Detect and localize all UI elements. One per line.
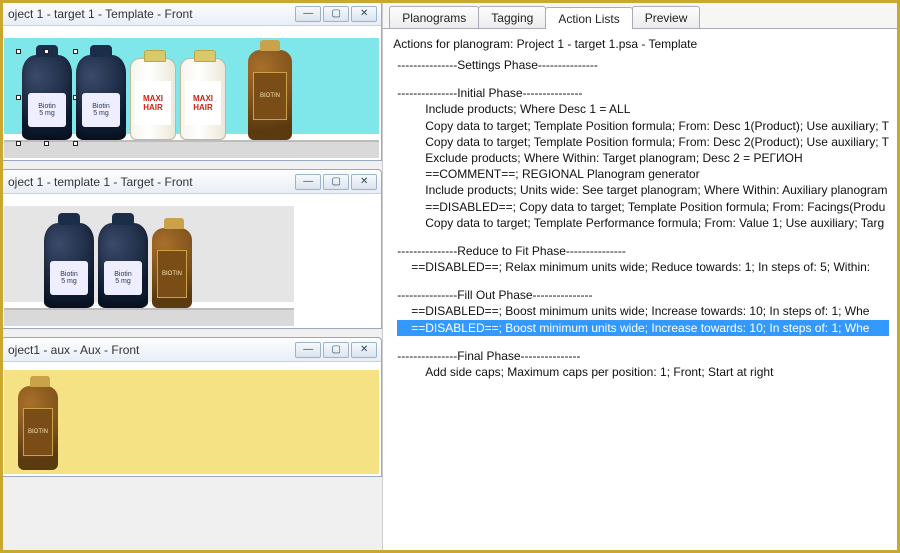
product-amber-bottle[interactable]: BIOTIN — [152, 228, 192, 308]
minimize-icon: — — [303, 344, 313, 355]
action-line-selected[interactable]: ==DISABLED==; Boost minimum units wide; … — [397, 320, 889, 336]
product-label-line: 5 mg — [28, 110, 66, 117]
shelf-surface — [4, 370, 379, 474]
minimize-icon: — — [303, 176, 313, 187]
action-list[interactable]: ---------------Settings Phase-----------… — [383, 57, 897, 550]
action-line-comment[interactable]: ==COMMENT==; REGIONAL Planogram generato… — [397, 166, 889, 182]
product-label-line: Biotin — [28, 103, 66, 110]
product-biotin-bottle[interactable]: Biotin5 mg — [22, 55, 72, 140]
maximize-icon: ▢ — [332, 176, 341, 187]
planogram-shelf[interactable]: Biotin5 mg Biotin5 mg MAXI HAIR MAXI HAI… — [4, 28, 379, 158]
action-line[interactable]: Copy data to target; Template Position f… — [397, 118, 889, 134]
product-label-line: 5 mg — [50, 278, 88, 285]
product-row: Biotin5 mg Biotin5 mg BIOTIN — [44, 223, 192, 308]
tab-action-lists[interactable]: Action Lists — [545, 7, 632, 29]
product-label-line: BIOTIN — [158, 271, 186, 277]
action-line[interactable]: Include products; Units wide: See target… — [397, 182, 889, 198]
action-line[interactable]: Copy data to target; Template Position f… — [397, 134, 889, 150]
phase-header-fillout[interactable]: ---------------Fill Out Phase-----------… — [397, 287, 889, 303]
tabstrip: Planograms Tagging Action Lists Preview — [383, 3, 897, 29]
phase-header-settings[interactable]: ---------------Settings Phase-----------… — [397, 57, 889, 73]
product-maxihair-bottle[interactable]: MAXI HAIR — [130, 58, 176, 140]
window-title: oject1 - aux - Aux - Front — [8, 343, 295, 357]
product-biotin-bottle[interactable]: Biotin5 mg — [98, 223, 148, 308]
product-row: Biotin5 mg Biotin5 mg MAXI HAIR MAXI HAI… — [22, 50, 292, 140]
product-label-line: MAXI HAIR — [135, 94, 171, 112]
action-line-disabled[interactable]: ==DISABLED==; Boost minimum units wide; … — [397, 303, 889, 319]
close-icon: ✕ — [360, 344, 368, 355]
action-line[interactable]: Copy data to target; Template Performanc… — [397, 215, 889, 231]
window-minimize-button[interactable]: — — [295, 342, 321, 358]
planogram-window-target[interactable]: oject 1 - template 1 - Target - Front — … — [3, 169, 382, 329]
window-minimize-button[interactable]: — — [295, 174, 321, 190]
window-close-button[interactable]: ✕ — [351, 174, 377, 190]
window-maximize-button[interactable]: ▢ — [323, 174, 349, 190]
planogram-window-template[interactable]: oject 1 - target 1 - Template - Front — … — [3, 3, 382, 161]
product-label-line: Biotin — [104, 271, 142, 278]
product-biotin-bottle[interactable]: Biotin5 mg — [76, 55, 126, 140]
window-maximize-button[interactable]: ▢ — [323, 6, 349, 22]
planogram-window-aux[interactable]: oject1 - aux - Aux - Front — ▢ ✕ BIOTIN — [3, 337, 382, 477]
tab-tagging[interactable]: Tagging — [478, 6, 546, 28]
action-line[interactable]: Add side caps; Maximum caps per position… — [397, 364, 889, 380]
minimize-icon: — — [303, 8, 313, 19]
product-amber-bottle[interactable]: BIOTIN — [18, 386, 58, 470]
shelf-bar — [4, 308, 294, 326]
details-panel: Planograms Tagging Action Lists Preview … — [383, 3, 897, 550]
product-label-line: Biotin — [50, 271, 88, 278]
product-row: BIOTIN — [18, 386, 58, 470]
product-amber-bottle[interactable]: BIOTIN — [248, 50, 292, 140]
planogram-shelf[interactable]: BIOTIN — [4, 364, 379, 474]
close-icon: ✕ — [360, 8, 368, 19]
window-close-button[interactable]: ✕ — [351, 342, 377, 358]
close-icon: ✕ — [360, 176, 368, 187]
product-label-line: MAXI HAIR — [185, 94, 221, 112]
product-maxihair-bottle[interactable]: MAXI HAIR — [180, 58, 226, 140]
window-maximize-button[interactable]: ▢ — [323, 342, 349, 358]
maximize-icon: ▢ — [332, 344, 341, 355]
tab-preview[interactable]: Preview — [632, 6, 701, 28]
window-titlebar[interactable]: oject 1 - target 1 - Template - Front — … — [3, 3, 381, 26]
product-label-line: 5 mg — [82, 110, 120, 117]
planogram-shelf[interactable]: Biotin5 mg Biotin5 mg BIOTIN — [4, 196, 379, 326]
window-titlebar[interactable]: oject1 - aux - Aux - Front — ▢ ✕ — [3, 338, 381, 362]
window-close-button[interactable]: ✕ — [351, 6, 377, 22]
product-label-line: 5 mg — [104, 278, 142, 285]
product-label-line: BIOTIN — [24, 429, 52, 435]
tab-planograms[interactable]: Planograms — [389, 6, 479, 28]
product-biotin-bottle[interactable]: Biotin5 mg — [44, 223, 94, 308]
window-title: oject 1 - template 1 - Target - Front — [8, 175, 295, 189]
action-line[interactable]: Include products; Where Desc 1 = ALL — [397, 101, 889, 117]
phase-header-final[interactable]: ---------------Final Phase--------------… — [397, 348, 889, 364]
product-label-line: Biotin — [82, 103, 120, 110]
shelf-bar — [4, 140, 379, 158]
planogram-canvas-panel: oject 1 - target 1 - Template - Front — … — [3, 3, 383, 550]
action-line-disabled[interactable]: ==DISABLED==; Relax minimum units wide; … — [397, 259, 889, 275]
action-line[interactable]: Exclude products; Where Within: Target p… — [397, 150, 889, 166]
phase-header-reduce[interactable]: ---------------Reduce to Fit Phase------… — [397, 243, 889, 259]
window-title: oject 1 - target 1 - Template - Front — [8, 7, 295, 21]
action-line-disabled[interactable]: ==DISABLED==; Copy data to target; Templ… — [397, 199, 889, 215]
window-minimize-button[interactable]: — — [295, 6, 321, 22]
maximize-icon: ▢ — [332, 8, 341, 19]
window-titlebar[interactable]: oject 1 - template 1 - Target - Front — … — [3, 170, 381, 194]
action-list-caption: Actions for planogram: Project 1 - targe… — [383, 29, 897, 57]
product-label-line: BIOTIN — [254, 93, 286, 99]
phase-header-initial[interactable]: ---------------Initial Phase------------… — [397, 85, 889, 101]
